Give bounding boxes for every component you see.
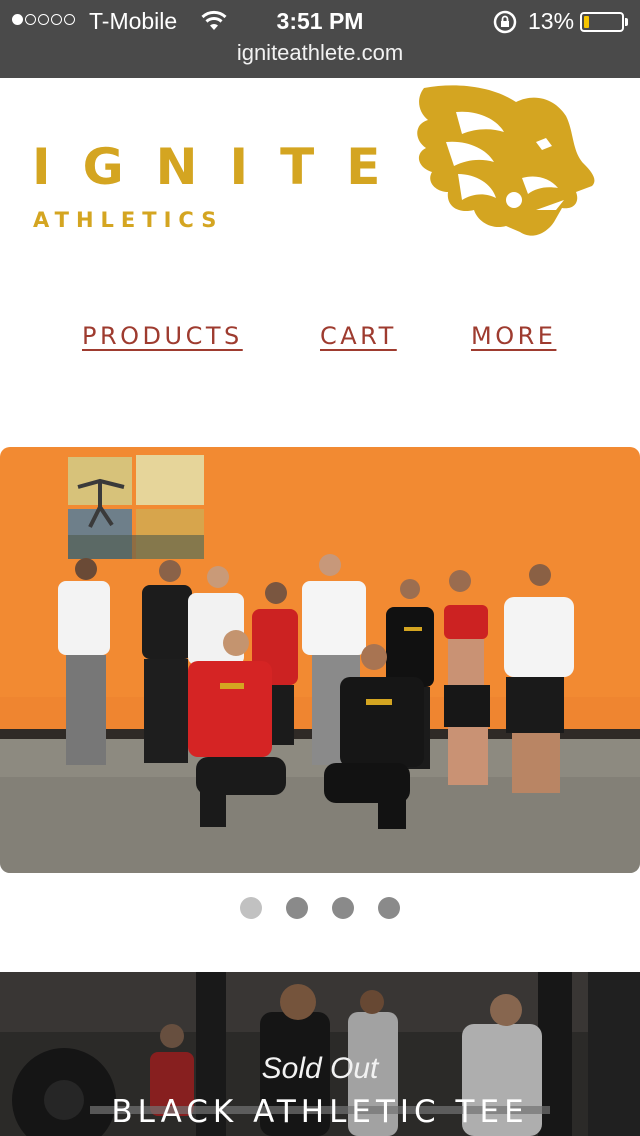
gym-team-photo bbox=[0, 447, 640, 873]
lion-head-icon bbox=[417, 85, 595, 236]
rotation-lock-icon bbox=[492, 9, 518, 40]
sold-out-label: Sold Out bbox=[261, 1052, 379, 1085]
hero-slideshow-image[interactable] bbox=[0, 447, 640, 873]
nav-products-link[interactable]: PRODUCTS bbox=[82, 322, 243, 350]
site-logo[interactable]: IGNITE ATHLETICS bbox=[0, 78, 640, 258]
main-nav: PRODUCTS CART MORE bbox=[0, 322, 640, 362]
logo-wordmark: IGNITE bbox=[32, 138, 413, 196]
carousel-dot[interactable] bbox=[378, 897, 400, 919]
battery-percent: 13% bbox=[528, 8, 575, 34]
carousel-dot[interactable] bbox=[286, 897, 308, 919]
carousel-dot[interactable] bbox=[240, 897, 262, 919]
address-bar-url[interactable]: igniteathlete.com bbox=[0, 40, 640, 66]
nav-cart-link[interactable]: CART bbox=[320, 322, 397, 350]
carousel-dot[interactable] bbox=[332, 897, 354, 919]
logo-subtitle: ATHLETICS bbox=[33, 208, 224, 232]
browser-status-bar: T-Mobile 3:51 PM 13% igniteathlete.com bbox=[0, 0, 640, 78]
product-title[interactable]: BLACK ATHLETIC TEE bbox=[0, 1094, 640, 1130]
nav-more-link[interactable]: MORE bbox=[471, 322, 556, 350]
battery-icon bbox=[580, 12, 624, 32]
carousel-pager bbox=[0, 897, 640, 921]
